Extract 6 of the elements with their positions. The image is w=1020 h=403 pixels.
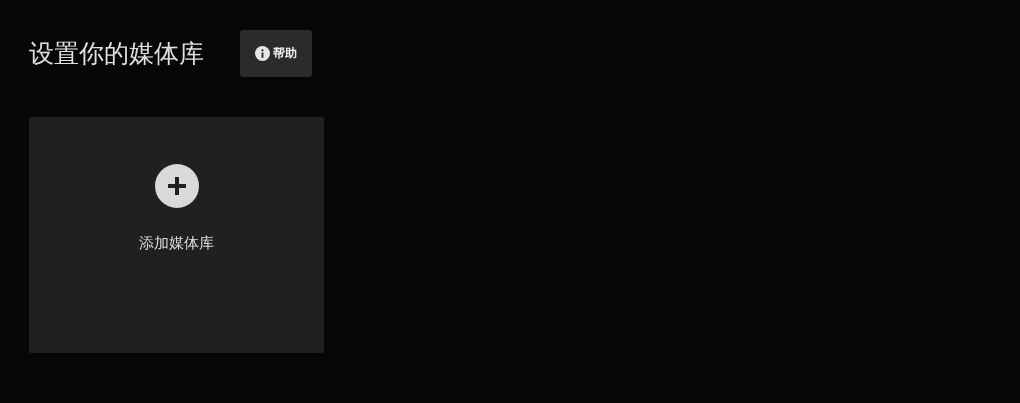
card-label: 添加媒体库: [139, 234, 214, 253]
page-title: 设置你的媒体库: [29, 38, 204, 70]
help-button[interactable]: 帮助: [240, 30, 312, 77]
plus-icon: [154, 164, 199, 208]
add-library-card[interactable]: 添加媒体库: [29, 117, 324, 353]
info-icon: [255, 46, 270, 61]
